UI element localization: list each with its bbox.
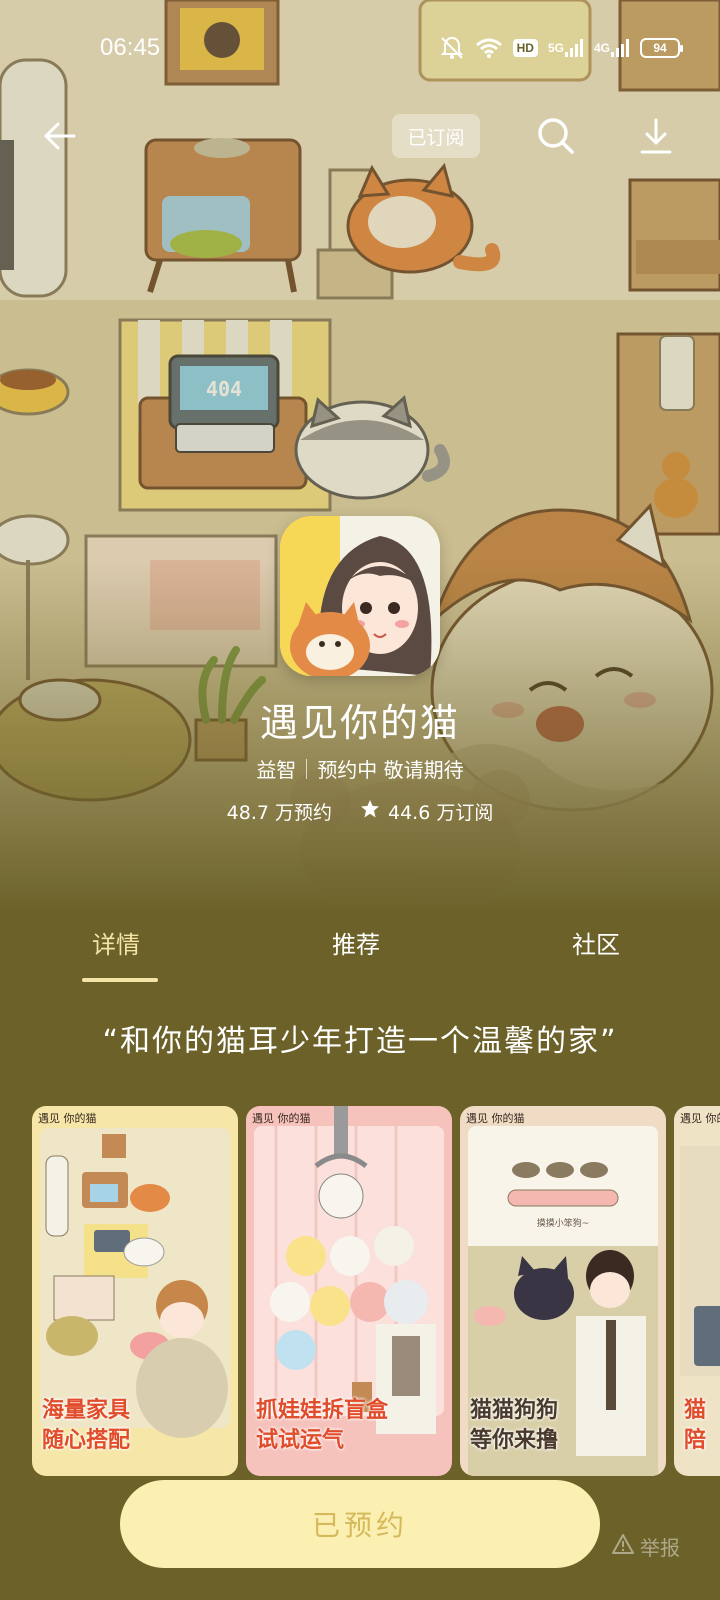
- screenshot-badge: 遇见 你的猫: [38, 1111, 97, 1125]
- screenshot-card[interactable]: 摸摸小笨狗~ 遇见 你的猫 猫猫狗狗 等你来撸: [460, 1106, 666, 1476]
- top-nav: 已订阅: [0, 108, 720, 164]
- tab-indicator: [82, 978, 158, 982]
- tab-recommend[interactable]: 推荐: [332, 925, 380, 960]
- signal-4g-icon: 4G: [594, 38, 630, 58]
- battery-icon: 94: [640, 38, 683, 58]
- screenshot-caption: 猫猫狗狗 等你来撸: [470, 1396, 558, 1456]
- caption-line-2: 随心搭配: [42, 1428, 131, 1453]
- status-time: 06:45: [100, 34, 161, 61]
- tab-community[interactable]: 社区: [572, 925, 620, 960]
- mute-bell-icon: [439, 35, 465, 61]
- caption-line-1: 海量家具: [42, 1398, 131, 1423]
- screenshot-caption: 抓娃娃拆盲盒 试试运气: [256, 1396, 388, 1456]
- caption-line-1: 抓娃娃拆盲盒: [256, 1398, 389, 1423]
- report-link[interactable]: 举报: [612, 1532, 680, 1561]
- screenshot-inner-text: 摸摸小笨狗~: [537, 1217, 590, 1229]
- search-icon[interactable]: [534, 114, 578, 158]
- app-category: 益智: [256, 758, 297, 782]
- screenshot-carousel[interactable]: 遇见 你的猫 海量家具 随心搭配 遇见 你的猫 抓娃娃拆盲盒 试试运气 摸摸小笨…: [32, 1106, 720, 1476]
- tagline: “和你的猫耳少年打造一个温馨的家”: [102, 1024, 618, 1059]
- screenshot-caption: 海量家具 随心搭配: [42, 1396, 130, 1456]
- app-meta: 益智 预约中 敬请期待: [0, 754, 720, 783]
- meta-divider: [306, 758, 308, 779]
- hd-badge: HD: [512, 39, 538, 57]
- battery-level: 94: [653, 41, 667, 55]
- status-bar: 06:45 HD 5G 4G 94: [0, 28, 720, 68]
- signal-5g-icon: 5G: [548, 38, 584, 58]
- caption-line-1: 猫: [684, 1398, 707, 1423]
- reservation-count: 48.7 万预约: [227, 798, 332, 825]
- star-icon: [360, 799, 380, 824]
- screenshot-badge: 遇见 你的猫: [466, 1111, 525, 1125]
- reserved-button[interactable]: 已预约: [120, 1480, 600, 1568]
- screenshot-badge: 遇见 你的猫: [252, 1111, 311, 1125]
- tab-details[interactable]: 详情: [92, 925, 140, 960]
- caption-line-1: 猫猫狗狗: [470, 1398, 559, 1423]
- caption-line-2: 试试运气: [256, 1428, 345, 1453]
- wifi-icon: [475, 37, 503, 59]
- status-icons: HD 5G 4G 94: [439, 35, 683, 61]
- screenshot-badge: 遇见 你的猫: [680, 1111, 720, 1125]
- app-stats: 48.7 万预约 44.6 万订阅: [0, 798, 720, 825]
- app-title: 遇见你的猫: [259, 701, 460, 745]
- net-4g-label: 4G: [593, 41, 610, 55]
- app-status: 预约中 敬请期待: [317, 758, 464, 782]
- subscription-count-text: 44.6 万订阅: [388, 802, 494, 824]
- app-icon: [280, 516, 440, 676]
- screenshot-card[interactable]: 遇见 你的猫 海量家具 随心搭配: [32, 1106, 238, 1476]
- reservation-count-text: 48.7 万预约: [226, 802, 332, 824]
- screenshot-card[interactable]: 遇见 你的猫 猫 陪: [674, 1106, 720, 1476]
- screenshot-card[interactable]: 遇见 你的猫 抓娃娃拆盲盒 试试运气: [246, 1106, 452, 1476]
- download-icon[interactable]: [634, 114, 678, 158]
- caption-line-2: 等你来撸: [470, 1428, 559, 1453]
- caption-line-2: 陪: [684, 1428, 707, 1453]
- subscribed-button[interactable]: 已订阅: [392, 114, 480, 158]
- report-label: 举报: [640, 1536, 680, 1560]
- tab-bar: 详情 推荐 社区: [0, 915, 720, 985]
- net-5g-label: 5G: [547, 41, 564, 55]
- screenshot-caption: 猫 陪: [684, 1396, 706, 1456]
- back-arrow-icon[interactable]: [40, 116, 80, 156]
- warning-icon: [612, 1534, 634, 1559]
- subscription-count: 44.6 万订阅: [360, 798, 493, 825]
